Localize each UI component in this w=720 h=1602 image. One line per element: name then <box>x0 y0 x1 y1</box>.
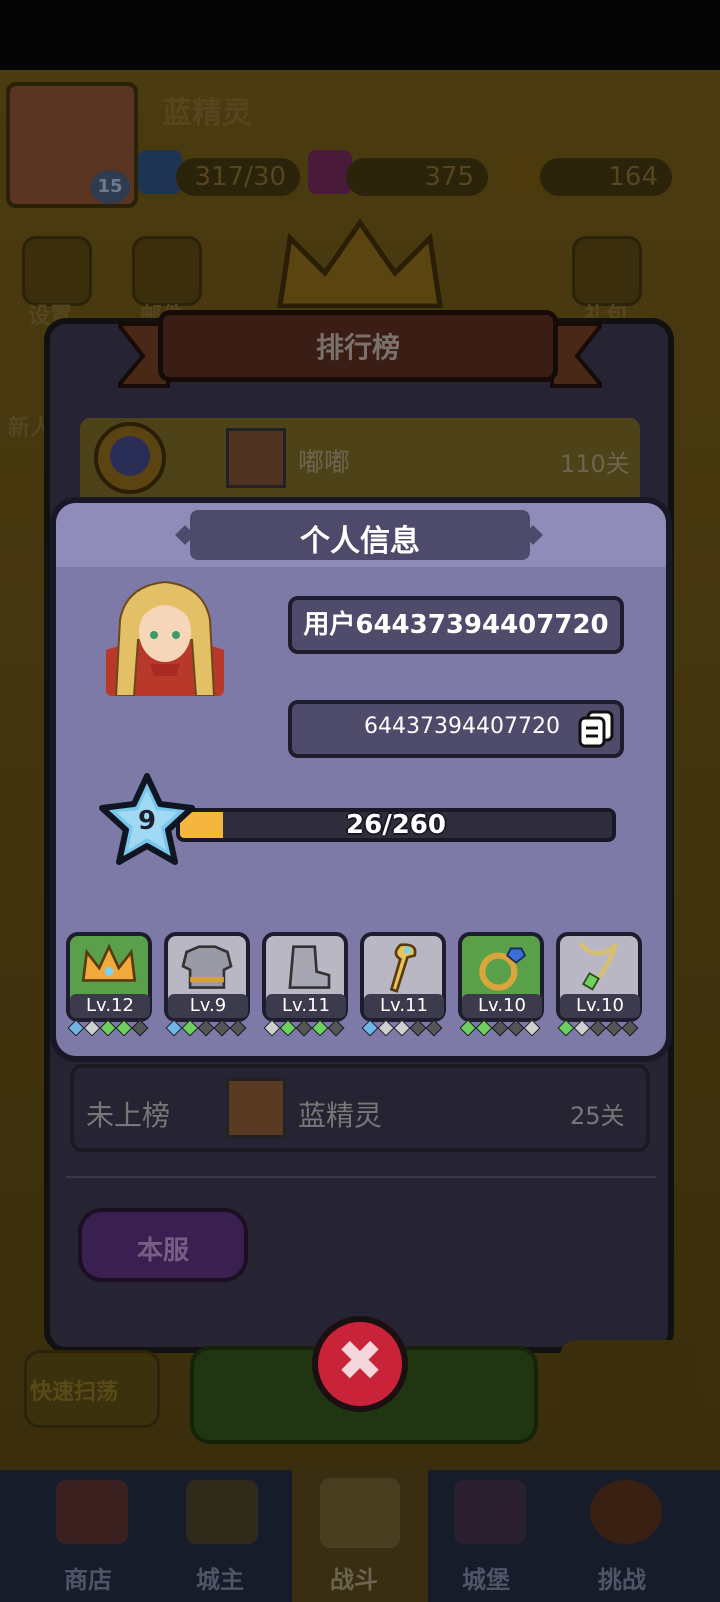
equipment-level: Lv.10 <box>462 994 542 1018</box>
settings-icon[interactable] <box>22 236 92 306</box>
rarity-dot <box>393 1019 411 1037</box>
gem-value: 375 <box>346 158 488 196</box>
username-text: 用户64437394407720 <box>303 610 609 640</box>
amulet-icon <box>578 941 618 991</box>
equipment-level: Lv.11 <box>266 994 346 1018</box>
xp-progress-text: 26/260 <box>346 810 446 840</box>
equipment-rarity-dots <box>67 1019 149 1037</box>
equipment-level: Lv.11 <box>364 994 444 1018</box>
rarity-dot <box>213 1019 231 1037</box>
equipment-level: Lv.9 <box>168 994 248 1018</box>
rarity-dot <box>67 1019 85 1037</box>
ring-icon <box>479 947 527 991</box>
gift-icon[interactable] <box>572 236 642 306</box>
rarity-dot <box>409 1019 427 1037</box>
treasure-pile-icon[interactable] <box>560 1340 700 1420</box>
close-icon[interactable]: ✖ <box>312 1322 408 1402</box>
rarity-dot <box>295 1019 313 1037</box>
coin-icon[interactable] <box>502 150 546 194</box>
server-tab-label: 本服 <box>136 1236 189 1266</box>
hero-portrait[interactable] <box>106 580 224 696</box>
rank-medal-icon <box>94 422 166 494</box>
battle-icon[interactable] <box>320 1478 400 1548</box>
player-level-number: 9 <box>137 806 157 836</box>
rarity-dot <box>475 1019 493 1037</box>
energy-value: 317/30 <box>176 158 300 196</box>
energy-icon[interactable] <box>138 150 182 194</box>
equipment-level: Lv.12 <box>70 994 150 1018</box>
equipment-rarity-dots <box>361 1019 443 1037</box>
rarity-dot <box>83 1019 101 1037</box>
player-name: 蓝精灵 <box>162 96 252 131</box>
rarity-dot <box>557 1019 575 1037</box>
gem-icon[interactable] <box>308 150 352 194</box>
nav-lord[interactable]: 城主 <box>196 1560 244 1595</box>
castle-icon[interactable] <box>454 1480 526 1544</box>
rarity-dot <box>425 1019 443 1037</box>
quick-sweep-label: 快速扫荡 <box>30 1380 119 1405</box>
lord-icon[interactable] <box>186 1480 258 1544</box>
rarity-dot <box>327 1019 345 1037</box>
rarity-dot <box>589 1019 607 1037</box>
armor-icon <box>181 945 233 989</box>
nav-challenge[interactable]: 挑战 <box>598 1560 646 1595</box>
ranking-title: 排行榜 <box>315 331 400 364</box>
player-level-badge: 15 <box>90 170 130 204</box>
divider <box>66 1176 656 1178</box>
uid-text: 64437394407720 <box>364 714 560 739</box>
coin-value: 164 <box>540 158 672 196</box>
rarity-dot <box>523 1019 541 1037</box>
crown-decoration-icon <box>277 218 443 308</box>
copy-icon[interactable] <box>576 708 616 748</box>
ranking-self-value: 25关 <box>570 1102 625 1130</box>
equipment-slot-boots[interactable]: Lv.11 <box>262 932 348 1022</box>
equipment-slot-staff[interactable]: Lv.11 <box>360 932 446 1022</box>
ranking-row-name: 嘟嘟 <box>298 448 351 478</box>
rarity-dot <box>311 1019 329 1037</box>
rarity-dot <box>573 1019 591 1037</box>
mail-icon[interactable] <box>132 236 202 306</box>
shop-icon[interactable] <box>56 1480 128 1544</box>
profile-title: 个人信息 <box>300 524 420 559</box>
rarity-dot <box>605 1019 623 1037</box>
rarity-dot <box>131 1019 149 1037</box>
crown-icon <box>81 943 137 982</box>
rarity-dot <box>361 1019 379 1037</box>
equipment-slot-crown[interactable]: Lv.12 <box>66 932 152 1022</box>
ranking-row-value: 110关 <box>560 450 630 478</box>
staff-icon <box>389 943 417 993</box>
challenge-icon[interactable] <box>590 1480 662 1544</box>
rarity-dot <box>279 1019 297 1037</box>
equipment-slot-amulet[interactable]: Lv.10 <box>556 932 642 1022</box>
equipment-slot-armor[interactable]: Lv.9 <box>164 932 250 1022</box>
equipment-level: Lv.10 <box>560 994 640 1018</box>
equipment-rarity-dots <box>557 1019 639 1037</box>
rarity-dot <box>181 1019 199 1037</box>
ranking-self-avatar <box>226 1078 286 1138</box>
rarity-dot <box>115 1019 133 1037</box>
rarity-dot <box>99 1019 117 1037</box>
status-bar <box>0 0 720 70</box>
boots-icon <box>288 945 331 989</box>
ranking-self-position: 未上榜 <box>86 1099 171 1132</box>
equipment-rarity-dots <box>263 1019 345 1037</box>
rarity-dot <box>263 1019 281 1037</box>
rarity-dot <box>459 1019 477 1037</box>
ranking-self-name: 蓝精灵 <box>298 1099 383 1132</box>
rarity-dot <box>197 1019 215 1037</box>
rarity-dot <box>165 1019 183 1037</box>
rarity-dot <box>229 1019 247 1037</box>
equipment-rarity-dots <box>165 1019 247 1037</box>
nav-shop[interactable]: 商店 <box>64 1560 112 1595</box>
nav-battle[interactable]: 战斗 <box>330 1560 378 1595</box>
equipment-rarity-dots <box>459 1019 541 1037</box>
rarity-dot <box>491 1019 509 1037</box>
ranking-avatar <box>226 428 286 488</box>
rarity-dot <box>621 1019 639 1037</box>
nav-castle[interactable]: 城堡 <box>462 1560 510 1595</box>
rarity-dot <box>377 1019 395 1037</box>
equipment-slot-ring[interactable]: Lv.10 <box>458 932 544 1022</box>
rarity-dot <box>507 1019 525 1037</box>
